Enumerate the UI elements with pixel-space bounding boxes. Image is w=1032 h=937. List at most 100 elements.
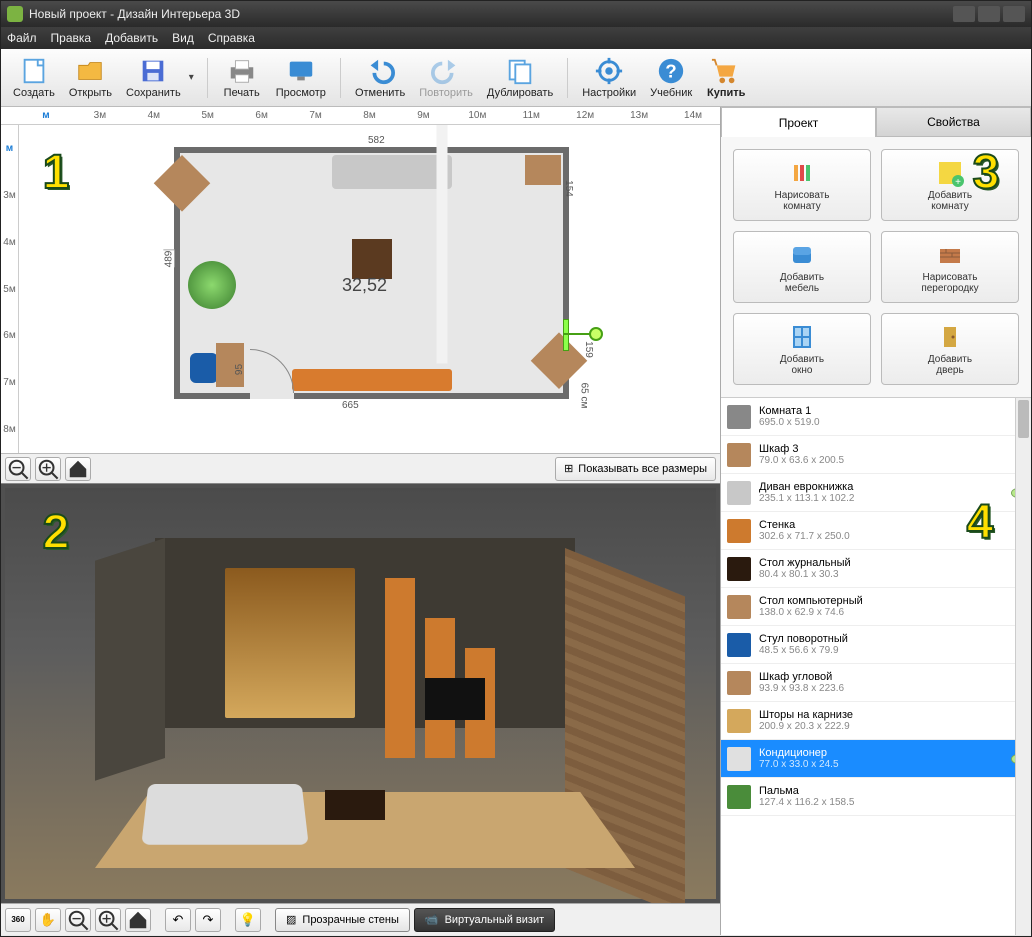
tab-properties[interactable]: Свойства — [876, 107, 1031, 137]
settings-button[interactable]: Настройки — [576, 54, 642, 101]
zoom-out-3d-button[interactable] — [65, 908, 91, 932]
object-icon — [727, 747, 751, 771]
list-item[interactable]: Комната 1 695.0 x 519.0 — [721, 398, 1031, 436]
badge-4: 4 — [952, 494, 1008, 550]
show-dimensions-button[interactable]: ⊞Показывать все размеры — [555, 457, 716, 481]
draw-partition-button[interactable]: Нарисоватьперегородку — [881, 231, 1019, 303]
object-dimensions: 77.0 x 33.0 x 24.5 — [759, 759, 1003, 770]
object-dimensions: 200.9 x 20.3 x 222.9 — [759, 721, 1025, 732]
door-element[interactable] — [250, 393, 294, 399]
zoom-in-button[interactable] — [35, 457, 61, 481]
object-icon — [727, 633, 751, 657]
view-3d[interactable] — [1, 483, 720, 903]
close-button[interactable] — [1003, 6, 1025, 22]
ruler-horizontal: м3м4м5м6м7м8м9м10м11м12м13м14м — [1, 107, 720, 125]
transparent-walls-button[interactable]: ▨Прозрачные стены — [275, 908, 410, 932]
furniture-coffee-table[interactable] — [352, 239, 392, 279]
list-item[interactable]: Шторы на карнизе 200.9 x 20.3 x 222.9 — [721, 702, 1031, 740]
camera-icon: 📹 — [425, 913, 439, 926]
object-name: Стул поворотный — [759, 633, 1025, 645]
rotate-360-button[interactable]: 360 — [5, 908, 31, 932]
menu-help[interactable]: Справка — [208, 31, 255, 45]
list-item[interactable]: Стол компьютерный 138.0 x 62.9 x 74.6 — [721, 588, 1031, 626]
furniture-sofa-top[interactable] — [332, 155, 452, 189]
list-item[interactable]: Кондиционер 77.0 x 33.0 x 24.5 — [721, 740, 1031, 778]
window-handle[interactable] — [589, 327, 603, 341]
scroll-thumb[interactable] — [1018, 400, 1029, 438]
object-name: Стол журнальный — [759, 557, 1025, 569]
dimensions-icon: ⊞ — [564, 462, 573, 475]
list-item[interactable]: Шкаф 3 79.0 x 63.6 x 200.5 — [721, 436, 1031, 474]
minimize-button[interactable] — [953, 6, 975, 22]
furniture-corner-wardrobe[interactable] — [154, 155, 211, 212]
plan-2d-view[interactable]: 32,52 582 347 см 154 159 65 см 665 489 9… — [19, 125, 720, 453]
home-button[interactable] — [65, 457, 91, 481]
object-name: Шкаф 3 — [759, 443, 1025, 455]
furniture-chair[interactable] — [190, 353, 218, 383]
object-icon — [727, 443, 751, 467]
draw-room-button[interactable]: Нарисоватькомнату — [733, 149, 871, 221]
create-button[interactable]: Создать — [7, 54, 61, 101]
tab-project[interactable]: Проект — [721, 107, 876, 137]
list-item[interactable]: Шкаф угловой 93.9 x 93.8 x 223.6 — [721, 664, 1031, 702]
furniture-wall-unit[interactable] — [292, 369, 452, 391]
menu-edit[interactable]: Правка — [51, 31, 92, 45]
add-furniture-button[interactable]: Добавитьмебель — [733, 231, 871, 303]
print-button[interactable]: Печать — [216, 54, 268, 101]
menu-file[interactable]: Файл — [7, 31, 37, 45]
rotate-right-button[interactable]: ↷ — [195, 908, 221, 932]
ruler-vertical: м3м4м5м6м7м8м — [1, 125, 19, 453]
window-element[interactable] — [563, 319, 569, 351]
object-name: Пальма — [759, 785, 1025, 797]
save-button[interactable]: Сохранить — [120, 54, 187, 101]
badge-3: 3 — [958, 144, 1014, 200]
window-title: Новый проект - Дизайн Интерьера 3D — [29, 7, 240, 21]
object-dimensions: 138.0 x 62.9 x 74.6 — [759, 607, 1025, 618]
list-item[interactable]: Пальма 127.4 x 116.2 x 158.5 — [721, 778, 1031, 816]
redo-button[interactable]: Повторить — [413, 54, 479, 101]
menu-view[interactable]: Вид — [172, 31, 194, 45]
help-button[interactable]: ?Учебник — [644, 54, 698, 101]
buy-button[interactable]: Купить — [700, 54, 752, 101]
object-icon — [727, 671, 751, 695]
list-item[interactable]: Стол журнальный 80.4 x 80.1 x 30.3 — [721, 550, 1031, 588]
list-item[interactable]: Стул поворотный 48.5 x 56.6 x 79.9 — [721, 626, 1031, 664]
app-icon — [7, 6, 23, 22]
object-dimensions: 48.5 x 56.6 x 79.9 — [759, 645, 1025, 656]
svg-text:?: ? — [665, 61, 676, 82]
zoom-out-button[interactable] — [5, 457, 31, 481]
duplicate-button[interactable]: Дублировать — [481, 54, 559, 101]
badge-2: 2 — [28, 504, 84, 560]
pan-button[interactable]: ✋ — [35, 908, 61, 932]
preview-button[interactable]: Просмотр — [270, 54, 332, 101]
object-list[interactable]: Комната 1 695.0 x 519.0 Шкаф 3 79.0 x 63… — [721, 398, 1031, 935]
badge-1: 1 — [28, 144, 84, 200]
open-button[interactable]: Открыть — [63, 54, 118, 101]
furniture-corner-desk[interactable] — [525, 155, 561, 185]
zoom-in-3d-button[interactable] — [95, 908, 121, 932]
object-name: Стол компьютерный — [759, 595, 1025, 607]
rotate-left-button[interactable]: ↶ — [165, 908, 191, 932]
maximize-button[interactable] — [978, 6, 1000, 22]
save-dropdown[interactable]: ▾ — [189, 72, 199, 83]
home-3d-button[interactable] — [125, 908, 151, 932]
menu-add[interactable]: Добавить — [105, 31, 158, 45]
object-name: Комната 1 — [759, 405, 1025, 417]
left-panel: м3м4м5м6м7м8м9м10м11м12м13м14м м3м4м5м6м… — [1, 107, 721, 935]
titlebar: Новый проект - Дизайн Интерьера 3D — [1, 1, 1031, 27]
object-icon — [727, 519, 751, 543]
object-icon — [727, 557, 751, 581]
furniture-plant[interactable] — [188, 261, 236, 309]
light-button[interactable]: 💡 — [235, 908, 261, 932]
add-window-button[interactable]: Добавитьокно — [733, 313, 871, 385]
virtual-visit-button[interactable]: 📹Виртуальный визит — [414, 908, 555, 932]
toolbar: Создать Открыть Сохранить ▾ Печать Просм… — [1, 49, 1031, 107]
furniture-corner-table[interactable] — [531, 332, 588, 389]
object-name: Шторы на карнизе — [759, 709, 1025, 721]
wall-icon: ▨ — [286, 913, 296, 926]
add-door-button[interactable]: Добавитьдверь — [881, 313, 1019, 385]
object-icon — [727, 709, 751, 733]
room-shape[interactable]: 32,52 582 347 см 154 159 65 см 665 489 9… — [174, 147, 569, 399]
scrollbar[interactable] — [1015, 398, 1031, 935]
undo-button[interactable]: Отменить — [349, 54, 411, 101]
